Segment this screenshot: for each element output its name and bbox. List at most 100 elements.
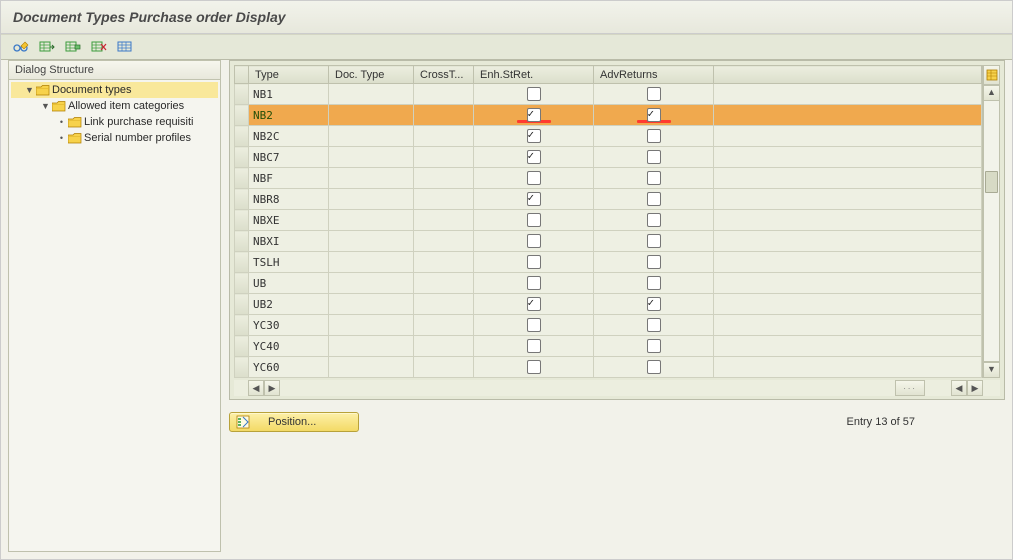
vertical-scroll[interactable]: ▲ ▼ [982,65,1000,378]
hscroll-right-icon[interactable]: ▶ [264,380,280,396]
cell-adv[interactable] [594,84,714,105]
table-row[interactable]: TSLH [235,252,982,273]
cell-cross[interactable] [414,189,474,210]
cell-adv[interactable] [594,189,714,210]
cell-type[interactable]: YC60 [249,357,329,378]
scroll-thumb[interactable] [985,171,998,193]
cell-adv[interactable] [594,105,714,126]
cell-type[interactable]: NBXI [249,231,329,252]
position-button[interactable]: Position... [229,412,359,432]
cell-enh[interactable] [474,210,594,231]
cell-doctype[interactable] [329,84,414,105]
cell-enh[interactable] [474,273,594,294]
cell-type[interactable]: YC40 [249,336,329,357]
row-marker[interactable] [235,84,249,105]
row-marker[interactable] [235,336,249,357]
cell-enh[interactable] [474,231,594,252]
checkbox-enh[interactable] [527,87,541,101]
checkbox-adv[interactable] [647,192,661,206]
row-marker[interactable] [235,210,249,231]
table-row[interactable]: YC60 [235,357,982,378]
column-header-adv[interactable]: AdvReturns [594,66,714,84]
expand-icon[interactable]: ▼ [41,101,50,111]
cell-doctype[interactable] [329,126,414,147]
hscroll-right2-icon[interactable]: ▶ [967,380,983,396]
row-marker[interactable] [235,231,249,252]
cell-type[interactable]: NBF [249,168,329,189]
checkbox-adv[interactable] [647,87,661,101]
cell-cross[interactable] [414,105,474,126]
cell-type[interactable]: NBR8 [249,189,329,210]
hscroll-left-icon[interactable]: ◀ [248,380,264,396]
checkbox-adv[interactable] [647,255,661,269]
table-insert-icon[interactable] [61,37,85,57]
table-row[interactable]: NB1 [235,84,982,105]
checkbox-adv[interactable] [647,276,661,290]
table-row[interactable]: YC40 [235,336,982,357]
checkbox-adv[interactable] [647,297,661,311]
cell-adv[interactable] [594,315,714,336]
checkbox-enh[interactable] [527,192,541,206]
row-marker[interactable] [235,357,249,378]
row-marker[interactable] [235,315,249,336]
scroll-track[interactable] [983,101,1000,362]
cell-adv[interactable] [594,210,714,231]
hscroll-left2-icon[interactable]: ◀ [951,380,967,396]
checkbox-adv[interactable] [647,339,661,353]
cell-enh[interactable] [474,126,594,147]
cell-doctype[interactable] [329,315,414,336]
checkbox-enh[interactable] [527,255,541,269]
cell-enh[interactable] [474,315,594,336]
cell-adv[interactable] [594,147,714,168]
checkbox-enh[interactable] [527,318,541,332]
glasses-edit-icon[interactable] [9,37,33,57]
row-marker[interactable] [235,147,249,168]
table-row[interactable]: YC30 [235,315,982,336]
cell-cross[interactable] [414,210,474,231]
cell-cross[interactable] [414,357,474,378]
cell-enh[interactable] [474,336,594,357]
tree-item[interactable]: ▼Document types [11,82,218,98]
cell-enh[interactable] [474,294,594,315]
cell-cross[interactable] [414,336,474,357]
cell-type[interactable]: NB2 [249,105,329,126]
row-marker[interactable] [235,252,249,273]
tree-item[interactable]: •Link purchase requisiti [11,114,218,130]
cell-doctype[interactable] [329,294,414,315]
checkbox-adv[interactable] [647,129,661,143]
cell-type[interactable]: TSLH [249,252,329,273]
data-grid[interactable]: TypeDoc. TypeCrossT...Enh.StRet.AdvRetur… [234,65,982,378]
checkbox-adv[interactable] [647,213,661,227]
checkbox-enh[interactable] [527,276,541,290]
cell-type[interactable]: NB2C [249,126,329,147]
cell-cross[interactable] [414,294,474,315]
column-header-doc[interactable]: Doc. Type [329,66,414,84]
cell-doctype[interactable] [329,105,414,126]
cell-doctype[interactable] [329,147,414,168]
column-header-type[interactable]: Type [249,66,329,84]
table-row[interactable]: NBXE [235,210,982,231]
cell-enh[interactable] [474,189,594,210]
row-marker[interactable] [235,126,249,147]
cell-cross[interactable] [414,252,474,273]
table-row[interactable]: NBF [235,168,982,189]
scroll-down-icon[interactable]: ▼ [983,362,1000,378]
horizontal-scroll[interactable]: ◀ ▶ ∙∙∙ ◀ ▶ [234,380,1000,396]
table-next-icon[interactable] [35,37,59,57]
checkbox-enh[interactable] [527,297,541,311]
cell-doctype[interactable] [329,168,414,189]
hscroll-drag-icon[interactable]: ∙∙∙ [895,380,925,396]
cell-doctype[interactable] [329,336,414,357]
checkbox-adv[interactable] [647,150,661,164]
row-marker[interactable] [235,294,249,315]
row-marker[interactable] [235,189,249,210]
table-delete-icon[interactable] [87,37,111,57]
checkbox-adv[interactable] [647,234,661,248]
cell-adv[interactable] [594,126,714,147]
cell-doctype[interactable] [329,252,414,273]
cell-adv[interactable] [594,168,714,189]
cell-doctype[interactable] [329,357,414,378]
cell-type[interactable]: UB [249,273,329,294]
configure-columns-icon[interactable] [983,65,1000,85]
row-marker[interactable] [235,273,249,294]
